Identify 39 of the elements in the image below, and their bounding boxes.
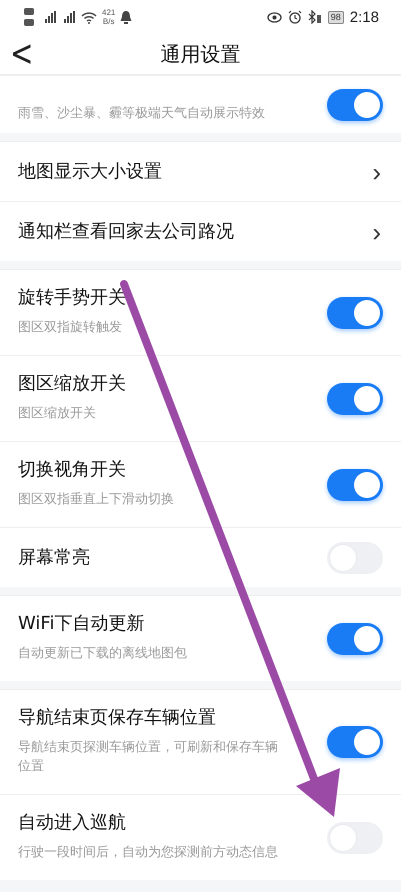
toggle-switch[interactable]	[327, 622, 383, 654]
signal-icon	[43, 10, 57, 24]
battery-level: 98	[328, 10, 344, 24]
signal-icon	[62, 10, 76, 24]
eye-icon	[266, 12, 282, 22]
toggle-switch[interactable]	[327, 726, 383, 758]
setting-title: 图区缩放开关	[18, 372, 127, 396]
setting-title: 导航结束页保存车辆位置	[18, 706, 217, 730]
speed-unit: B/s	[102, 17, 114, 26]
setting-title: 切换视角开关	[18, 458, 127, 482]
setting-title: 地图显示大小设置	[18, 160, 163, 184]
toggle-switch[interactable]	[327, 822, 383, 854]
page-title: 通用设置	[160, 40, 240, 68]
toggle-switch[interactable]	[327, 88, 383, 120]
network-speed: 421	[102, 8, 116, 17]
setting-description: 导航结束页探测车辆位置，可刷新和保存车辆位置	[18, 739, 279, 776]
setting-title: WiFi下自动更新	[18, 612, 146, 636]
chevron-button[interactable]: ›	[370, 158, 383, 184]
setting-description: 雨雪、沙尘暴、霾等极端天气自动展示特效	[18, 105, 266, 123]
toggle-switch[interactable]	[327, 542, 383, 574]
setting-description: 图区双指垂直上下滑动切换	[18, 491, 175, 509]
bell-icon	[120, 10, 132, 24]
toggle-switch[interactable]	[327, 296, 383, 328]
toggle-switch[interactable]	[327, 382, 383, 414]
setting-description: 图区双指旋转触发	[18, 319, 123, 337]
chevron-button[interactable]: ›	[370, 218, 383, 244]
setting-title: 旋转手势开关	[18, 286, 127, 310]
setting-title: 通知栏查看回家去公司路况	[18, 220, 235, 244]
setting-description: 自动更新已下载的离线地图包	[18, 645, 188, 663]
alarm-icon	[288, 10, 302, 24]
setting-description: 行驶一段时间后，自动为您探测前方动态信息	[18, 844, 279, 862]
toggle-switch[interactable]	[327, 468, 383, 500]
setting-title: 自动进入巡航	[18, 811, 127, 835]
bluetooth-icon	[308, 10, 322, 24]
clock-time: 2:18	[350, 8, 379, 26]
wifi-icon	[81, 10, 97, 24]
back-button[interactable]: <	[0, 32, 34, 76]
setting-description: 图区缩放开关	[18, 405, 97, 423]
setting-title: 屏幕常亮	[18, 546, 91, 570]
